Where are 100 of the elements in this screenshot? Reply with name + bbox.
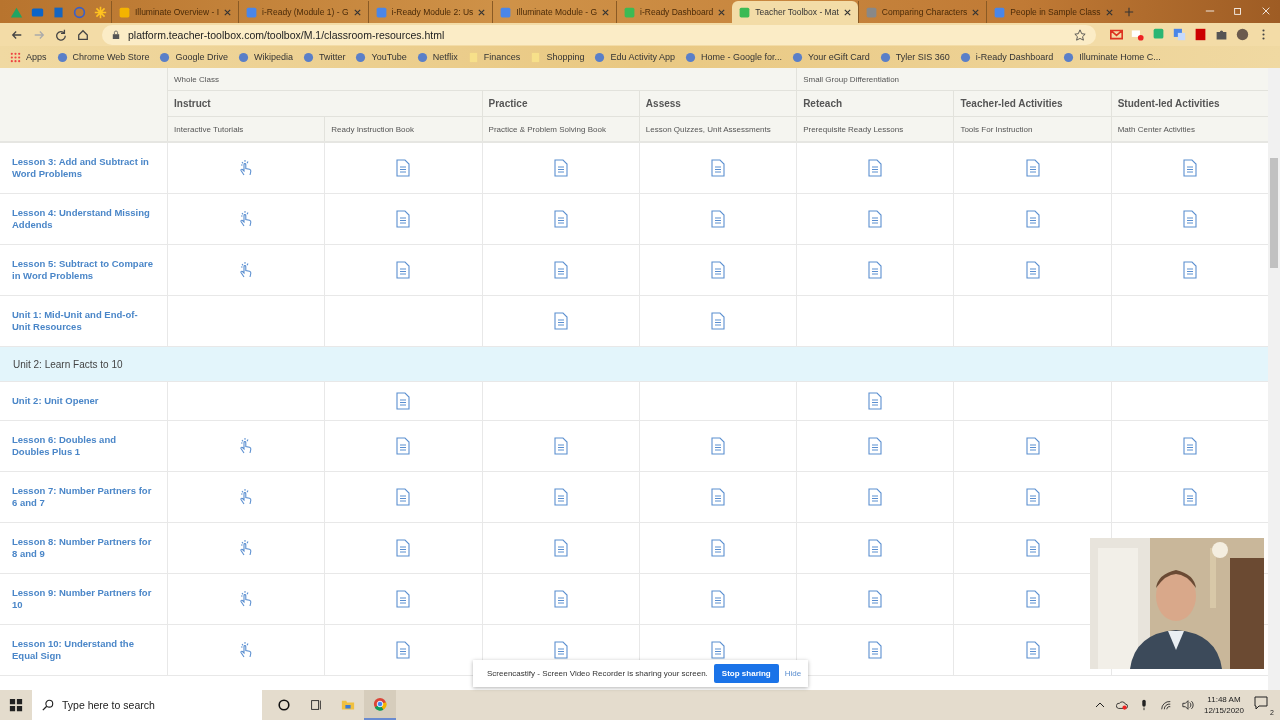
stop-sharing-button[interactable]: Stop sharing xyxy=(713,664,779,683)
lesson-link[interactable]: Unit 2: Unit Opener xyxy=(12,395,99,407)
bookmark[interactable]: Home - Google for... xyxy=(684,51,782,63)
browser-app-icon[interactable] xyxy=(373,697,387,711)
taskbar-search-field[interactable]: Type here to search xyxy=(32,690,262,720)
bookmark[interactable]: Shopping xyxy=(530,51,585,63)
column-subheader: Lesson Quizzes, Unit Assessments xyxy=(638,116,797,141)
bookmark[interactable]: Illuminate Home C... xyxy=(1063,51,1161,63)
tab-favicon-icon xyxy=(623,5,637,19)
lock-icon xyxy=(112,29,120,40)
back-icon[interactable] xyxy=(11,28,23,41)
scrollbar[interactable] xyxy=(1268,68,1280,690)
lesson-link[interactable]: Lesson 9: Number Partners for 10 xyxy=(12,587,155,611)
lesson-link[interactable]: Lesson 8: Number Partners for 8 and 9 xyxy=(12,536,155,560)
document-icon[interactable] xyxy=(708,209,728,229)
lesson-link[interactable]: Lesson 5: Subtract to Compare in Word Problems xyxy=(12,258,155,282)
document-icon[interactable] xyxy=(708,538,728,558)
record-icon[interactable] xyxy=(1131,28,1144,41)
column-group-header: Whole Class xyxy=(167,68,797,90)
star-icon xyxy=(94,5,107,19)
speaker-icon[interactable] xyxy=(1181,699,1194,711)
site-favicon-icon xyxy=(1063,51,1075,63)
windows-start-icon[interactable] xyxy=(9,698,23,712)
site-favicon-icon xyxy=(237,51,249,63)
pdf-icon[interactable] xyxy=(1194,28,1207,41)
bookmark[interactable]: Tyler SIS 360 xyxy=(879,51,950,63)
lesson-link[interactable]: Unit 1: Mid-Unit and End-of-Unit Resources xyxy=(12,309,155,333)
avatar-icon[interactable] xyxy=(1236,28,1249,41)
close-icon[interactable] xyxy=(352,7,362,17)
close-icon[interactable] xyxy=(971,7,981,17)
bookmark[interactable]: Your eGift Card xyxy=(792,51,870,63)
apps-grid-icon xyxy=(10,51,21,63)
column-header: Assess xyxy=(638,90,797,116)
column-subheader: Ready Instruction Book xyxy=(324,116,482,141)
address-bar[interactable]: platform.teacher-toolbox.com/toolbox/M.1/classroom-resources.html xyxy=(102,24,1096,45)
site-favicon-icon xyxy=(684,51,696,63)
bookmark[interactable]: Wikipedia xyxy=(237,51,293,63)
document-icon[interactable] xyxy=(708,436,728,456)
column-header: Reteach xyxy=(796,90,954,116)
lesson-link[interactable]: Lesson 6: Doubles and Doubles Plus 1 xyxy=(12,434,155,458)
forward-icon[interactable] xyxy=(33,28,45,41)
lesson-link[interactable]: Lesson 3: Add and Subtract in Word Problems xyxy=(12,156,155,180)
tab-favicon-icon xyxy=(864,5,878,19)
bookmark-star-icon[interactable] xyxy=(1074,28,1086,41)
bookmark[interactable]: Netflix xyxy=(416,51,458,63)
document-icon[interactable] xyxy=(708,260,728,280)
bookmark[interactable]: YouTube xyxy=(355,51,407,63)
chat-icon[interactable] xyxy=(1152,28,1165,41)
site-favicon-icon xyxy=(416,51,428,63)
site-favicon-icon xyxy=(302,51,314,63)
bookmark[interactable]: Apps xyxy=(10,51,47,63)
new-tab-icon[interactable] xyxy=(1123,7,1134,17)
close-icon[interactable] xyxy=(842,7,852,17)
site-favicon-icon xyxy=(792,51,803,63)
reload-icon[interactable] xyxy=(55,28,67,41)
task-view-icon[interactable] xyxy=(309,698,323,712)
triangle-icon xyxy=(10,5,23,19)
close-icon[interactable] xyxy=(477,7,487,17)
cortana-circle-icon[interactable] xyxy=(277,698,291,712)
lesson-link[interactable]: Lesson 4: Understand Missing Addends xyxy=(12,207,155,231)
document-icon[interactable] xyxy=(708,640,728,660)
document-icon[interactable] xyxy=(708,158,728,178)
square-icon xyxy=(52,5,65,19)
site-favicon-icon xyxy=(355,51,367,63)
bookmark[interactable]: Finances xyxy=(467,51,521,63)
bookmark[interactable]: i-Ready Dashboard xyxy=(959,51,1054,63)
tab-favicon-icon xyxy=(993,5,1007,19)
lesson-link[interactable]: Lesson 10: Understand the Equal Sign xyxy=(12,638,155,662)
home-icon[interactable] xyxy=(77,28,89,41)
column-header: Instruct xyxy=(167,90,482,116)
close-icon[interactable] xyxy=(223,7,233,17)
folder-icon[interactable] xyxy=(341,698,355,712)
bookmark[interactable]: Twitter xyxy=(302,51,346,63)
bookmark[interactable]: Edu Activity App xyxy=(594,51,675,63)
tab-favicon-icon xyxy=(245,5,259,19)
column-subheader: Tools For Instruction xyxy=(953,116,1111,141)
close-icon[interactable] xyxy=(601,7,611,17)
lesson-link[interactable]: Lesson 7: Number Partners for 6 and 7 xyxy=(12,485,155,509)
document-icon[interactable] xyxy=(708,311,728,331)
site-favicon-icon xyxy=(879,51,891,63)
unit-heading: Unit 2: Learn Facts to 10 xyxy=(13,358,123,370)
site-favicon-icon xyxy=(159,51,171,63)
tab-favicon-icon xyxy=(738,5,752,19)
hide-link[interactable]: Hide xyxy=(784,669,802,678)
bookmark[interactable]: Chrome Web Store xyxy=(56,51,150,63)
cloud-icon[interactable] xyxy=(1115,699,1128,711)
bookmark[interactable]: Google Drive xyxy=(159,51,228,63)
site-favicon-icon xyxy=(594,51,606,63)
browser-tab[interactable]: Teacher Toolbox - Mat xyxy=(732,1,858,23)
clock[interactable]: 11:48 AM 12/15/2020 xyxy=(1203,694,1244,716)
document-icon[interactable] xyxy=(708,589,728,609)
document-icon[interactable] xyxy=(708,487,728,507)
translate-icon[interactable] xyxy=(1173,28,1186,41)
column-header: Practice xyxy=(481,90,639,116)
wifi-icon[interactable] xyxy=(1159,699,1172,711)
puzzle-icon[interactable] xyxy=(1215,28,1228,41)
close-icon[interactable] xyxy=(717,7,727,17)
column-header: Teacher-led Activities xyxy=(953,90,1111,116)
circle-icon xyxy=(73,5,86,19)
mail-icon[interactable] xyxy=(1110,28,1123,41)
